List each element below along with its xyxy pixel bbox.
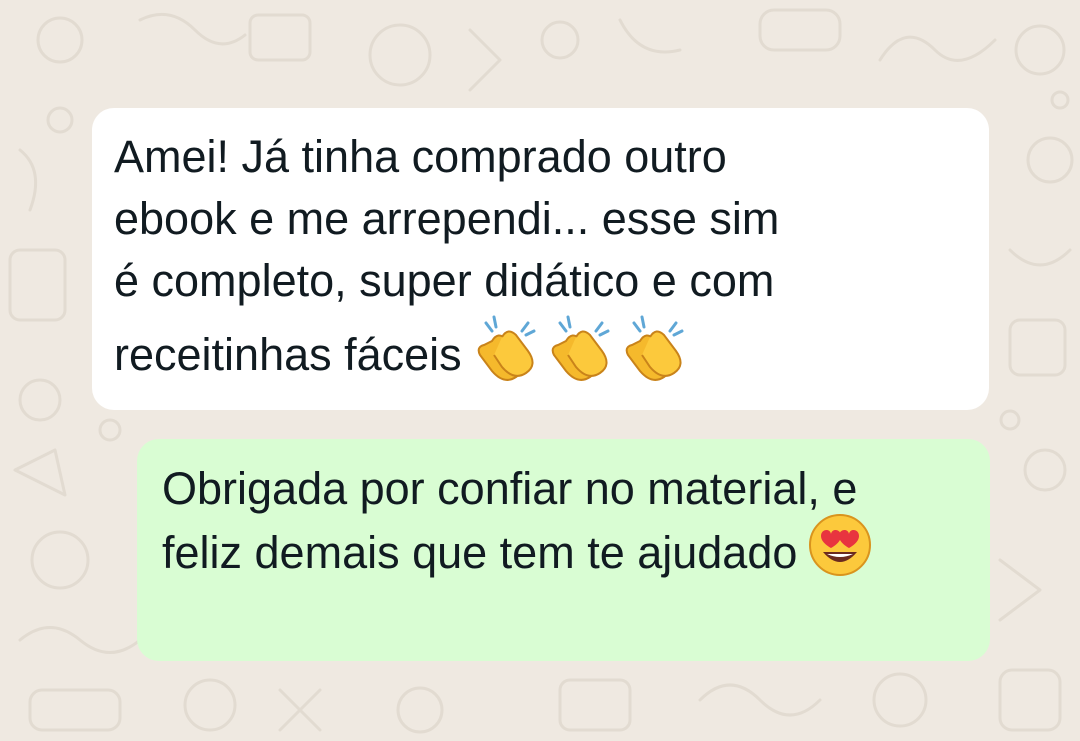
incoming-message-bubble[interactable]: Amei! Já tinha comprado outro ebook e me…: [92, 108, 989, 410]
message-line: Amei! Já tinha comprado outro: [114, 126, 969, 188]
message-line: ebook e me arrependi... esse sim: [114, 188, 969, 250]
clapping-hands-icon: [546, 313, 618, 397]
outgoing-message-bubble[interactable]: Obrigada por confiar no material, e feli…: [137, 439, 990, 661]
message-text: Amei! Já tinha comprado outro: [114, 131, 727, 182]
message-text: ebook e me arrependi... esse sim: [114, 193, 780, 244]
clapping-hands-icon: [472, 313, 544, 397]
clapping-hands-icon: [620, 313, 692, 397]
message-text: receitinhas fáceis: [114, 329, 462, 380]
message-text: Obrigada por confiar no material, e: [162, 463, 858, 514]
message-text: feliz demais que tem te ajudado: [162, 527, 798, 578]
message-line: receitinhas fáceis: [114, 312, 969, 398]
message-line: feliz demais que tem te ajudado: [162, 514, 970, 585]
message-text: é completo, super didático e com: [114, 255, 775, 306]
message-line: é completo, super didático e com: [114, 250, 969, 312]
chat-background: Amei! Já tinha comprado outro ebook e me…: [0, 0, 1080, 741]
heart-eyes-face-icon: [807, 512, 873, 594]
